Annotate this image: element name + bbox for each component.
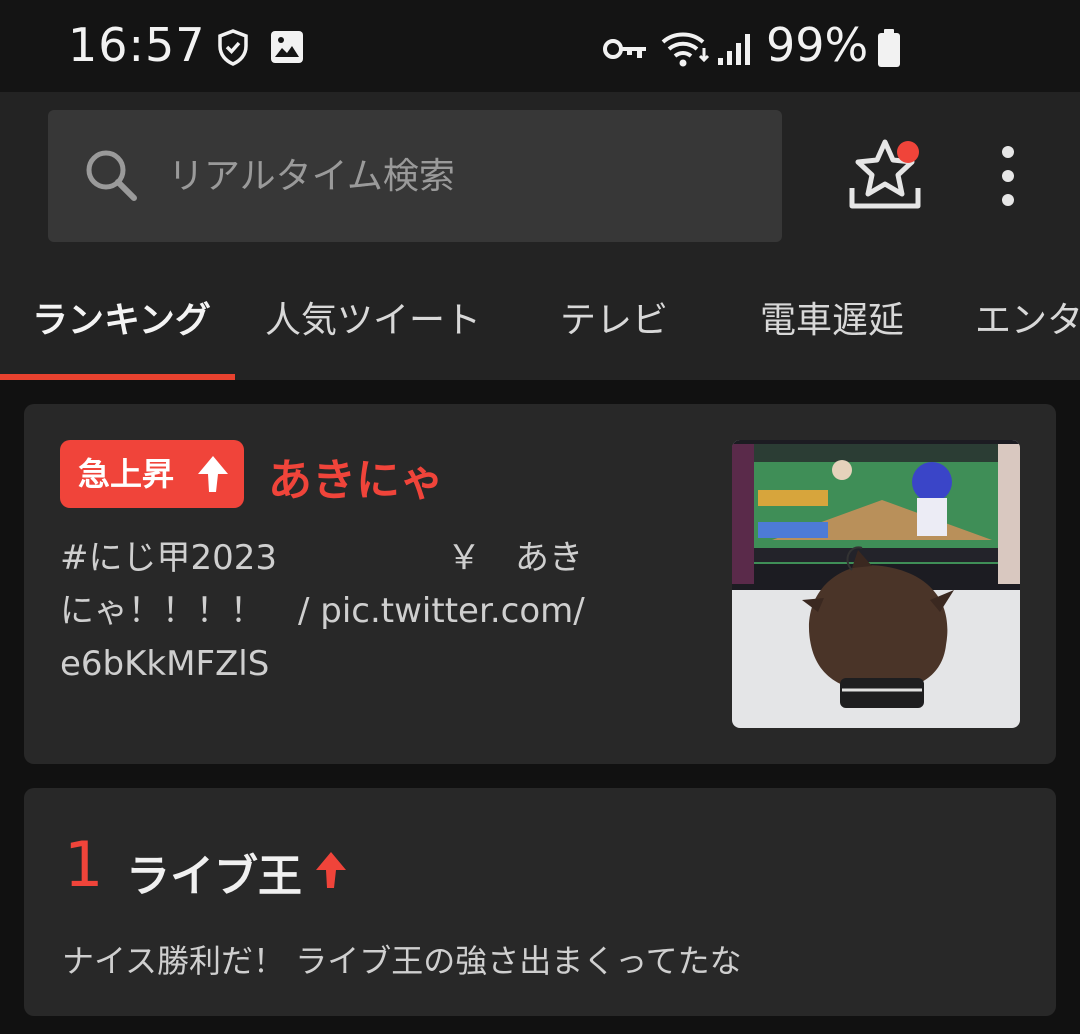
- trend-text: #にじ甲2023 ￥ あき にゃ！！！！ / pic.twitter.com/ …: [60, 538, 585, 684]
- rising-badge-label: 急上昇: [78, 455, 175, 493]
- signal-icon: [718, 34, 750, 65]
- tab-entertainment[interactable]: エンタ: [975, 286, 1080, 380]
- search-input[interactable]: [168, 110, 758, 242]
- trend-title[interactable]: あきにゃ: [268, 444, 444, 508]
- more-vertical-icon: [1002, 146, 1014, 206]
- tab-tv[interactable]: テレビ: [560, 286, 668, 380]
- rank-number: 1: [64, 828, 104, 901]
- tab-ranking[interactable]: ランキング: [32, 286, 211, 380]
- arrow-up-icon: [198, 456, 228, 492]
- wifi-icon: [661, 32, 710, 67]
- tab-popular-tweets[interactable]: 人気ツイート: [265, 286, 481, 380]
- search-box[interactable]: [48, 110, 782, 242]
- vpn-key-icon: [603, 39, 646, 59]
- tab-train-delay[interactable]: 電車遅延: [760, 286, 904, 380]
- star-tray-icon: [849, 139, 921, 209]
- shield-check-icon: [218, 29, 248, 66]
- favorites-button[interactable]: [840, 136, 930, 216]
- tweet-thumbnail[interactable]: [732, 440, 1020, 728]
- ranking-item-1[interactable]: 1 ライブ王 ナイス勝利だ！ ライブ王の強さ出まくってたな: [24, 788, 1056, 1016]
- active-tab-indicator: [0, 374, 235, 380]
- category-tabs: ランキング 人気ツイート テレビ 電車遅延 エンタ: [0, 286, 1080, 380]
- status-bar: 16:57 99%: [0, 0, 1080, 92]
- image-icon: [271, 31, 303, 63]
- arrow-up-icon: [316, 852, 346, 888]
- app-header: ランキング 人気ツイート テレビ 電車遅延 エンタ: [0, 92, 1080, 380]
- battery-percentage: 99%: [766, 18, 869, 72]
- rank-text: ナイス勝利だ！ ライブ王の強さ出まくってたな: [62, 942, 742, 980]
- rising-badge: 急上昇: [60, 440, 244, 508]
- menu-button[interactable]: [990, 142, 1026, 212]
- rank-title[interactable]: ライブ王: [126, 840, 302, 904]
- trending-card[interactable]: 急上昇 あきにゃ #にじ甲2023 ￥ あき にゃ！！！！ / pic.twit…: [24, 404, 1056, 764]
- search-icon: [86, 150, 137, 201]
- battery-icon: [878, 29, 900, 67]
- status-time: 16:57: [68, 18, 206, 72]
